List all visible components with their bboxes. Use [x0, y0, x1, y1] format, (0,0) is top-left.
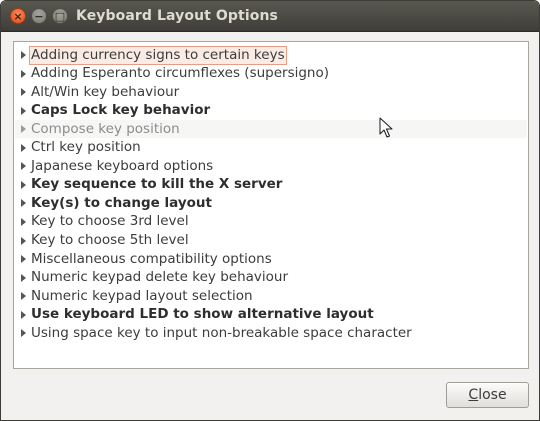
expander-arrow-icon[interactable] [21, 217, 26, 226]
option-label: Use keyboard LED to show alternative lay… [31, 306, 374, 323]
option-label: Numeric keypad delete key behaviour [31, 269, 289, 286]
expander-arrow-icon[interactable] [21, 292, 26, 301]
option-row[interactable]: Alt/Win key behaviour [15, 83, 527, 101]
title-bar[interactable]: × − □ Keyboard Layout Options [1, 1, 539, 32]
option-label: Key(s) to change layout [31, 194, 212, 211]
expander-arrow-icon[interactable] [21, 255, 26, 264]
expander-arrow-icon[interactable] [21, 88, 26, 97]
options-tree[interactable]: Adding currency signs to certain keys Add… [13, 41, 529, 369]
option-label: Caps Lock key behavior [31, 102, 211, 119]
option-label: Alt/Win key behaviour [31, 83, 180, 100]
option-row[interactable]: Miscellaneous compatibility options [15, 250, 527, 268]
option-row[interactable]: Japanese keyboard options [15, 157, 527, 175]
expander-arrow-icon[interactable] [21, 199, 26, 208]
expander-arrow-icon[interactable] [21, 106, 26, 115]
option-row[interactable]: Key sequence to kill the X server [15, 176, 527, 194]
option-row[interactable]: Key(s) to change layout [15, 194, 527, 212]
option-row[interactable]: Key to choose 3rd level [15, 213, 527, 231]
option-row[interactable]: Using space key to input non-breakable s… [15, 324, 527, 342]
expander-arrow-icon[interactable] [21, 236, 26, 245]
expander-arrow-icon[interactable] [21, 273, 26, 282]
option-label: Ctrl key position [31, 139, 141, 156]
option-row[interactable]: Use keyboard LED to show alternative lay… [15, 306, 527, 324]
option-row[interactable]: Key to choose 5th level [15, 232, 527, 250]
expander-arrow-icon[interactable] [21, 180, 26, 189]
close-button-label: lose [478, 387, 507, 403]
expander-arrow-icon[interactable] [21, 125, 26, 134]
option-row[interactable]: Numeric keypad delete key behaviour [15, 269, 527, 287]
expander-arrow-icon[interactable] [21, 69, 26, 78]
option-label: Japanese keyboard options [31, 157, 214, 174]
expander-arrow-icon[interactable] [21, 143, 26, 152]
option-label: Key to choose 5th level [31, 232, 189, 248]
expander-arrow-icon[interactable] [21, 51, 26, 59]
expander-arrow-icon[interactable] [21, 162, 26, 171]
option-row[interactable]: Ctrl key position [15, 139, 527, 157]
option-label: Key to choose 3rd level [31, 213, 189, 230]
window-minimize-icon[interactable]: − [31, 8, 47, 24]
option-label: Compose key position [31, 120, 180, 137]
option-label: Adding currency signs to certain keys [29, 45, 287, 65]
mouse-pointer-icon [379, 117, 393, 138]
close-button-mnemonic: C [468, 387, 479, 403]
expander-arrow-icon[interactable] [21, 310, 26, 319]
option-label: Key sequence to kill the X server [31, 176, 283, 193]
window-maximize-icon[interactable]: □ [52, 8, 68, 24]
option-label: Using space key to input non-breakable s… [31, 324, 412, 341]
option-row[interactable]: Numeric keypad layout selection [15, 287, 527, 305]
option-label: Miscellaneous compatibility options [31, 250, 272, 267]
expander-arrow-icon[interactable] [21, 329, 26, 338]
option-row[interactable]: Adding Esperanto circumflexes (supersign… [15, 65, 527, 83]
keyboard-layout-options-dialog: × − □ Keyboard Layout Options Adding cur… [0, 0, 540, 421]
option-row[interactable]: Adding currency signs to certain keys [15, 45, 527, 65]
window-title: Keyboard Layout Options [76, 8, 278, 24]
close-button[interactable]: Close [446, 382, 529, 408]
option-label: Numeric keypad layout selection [31, 287, 253, 304]
option-row[interactable]: Caps Lock key behavior [15, 102, 527, 120]
option-label: Adding Esperanto circumflexes (supersign… [31, 65, 330, 82]
option-row[interactable]: Compose key position [15, 120, 527, 139]
window-close-icon[interactable]: × [10, 8, 26, 24]
